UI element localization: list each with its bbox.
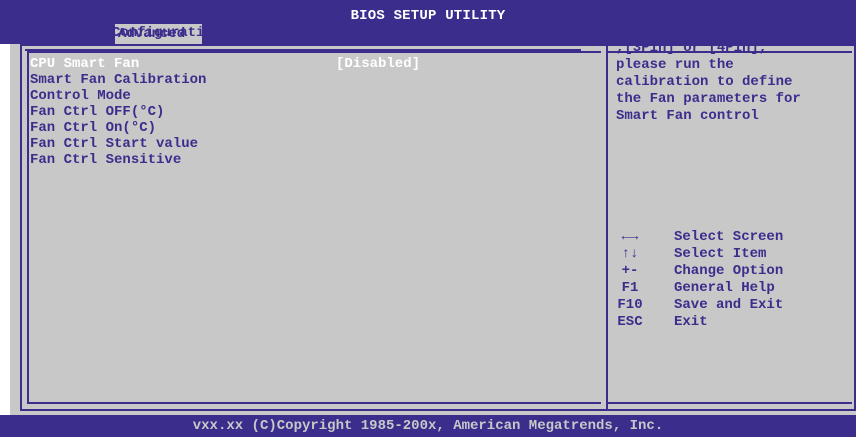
menu-item-label: Fan Ctrl Sensitive [30,152,182,168]
key-legend: ←→ Select Screen ↑↓ Select Item +- Chang… [612,229,842,331]
menu-item-label: Smart Fan Calibration [30,72,207,88]
key-description: Change Option [674,263,784,279]
key-legend-item: ↑↓ Select Item [612,246,842,263]
copyright-footer: vxx.xx (C)Copyright 1985-200x, American … [0,415,856,437]
menu-item-smart-fan-calibration[interactable]: Smart Fan Calibration [30,72,450,88]
section-title: Smart Fan Configuration [28,25,222,41]
menu-item-fan-ctrl-off[interactable]: Fan Ctrl OFF(°C) [30,104,450,120]
menu-item-control-mode[interactable]: Control Mode [30,88,450,104]
help-text: When you choice [Auto] ,[3Pin] or [4Pin]… [616,23,801,124]
key-description: Select Screen [674,229,784,245]
key-name: F1 [621,280,639,296]
left-right-arrows-icon: ←→ [621,229,639,245]
menu-item-fan-ctrl-start-value[interactable]: Fan Ctrl Start value [30,136,450,152]
menu-item-cpu-smart-fan[interactable]: CPU Smart Fan [Disabled] [30,56,450,72]
up-down-arrows-icon: ↑↓ [621,246,639,262]
menu-item-value: [Disabled] [336,56,421,72]
menu-item-label: Control Mode [30,88,131,104]
key-name: F10 [617,297,643,313]
menu-item-fan-ctrl-sensitive[interactable]: Fan Ctrl Sensitive [30,152,450,168]
menu-item-label: CPU Smart Fan [30,56,140,72]
settings-menu: CPU Smart Fan [Disabled] Smart Fan Calib… [30,56,450,168]
key-legend-item: ESC Exit [612,314,842,331]
key-description: Exit [674,314,708,330]
menu-item-label: Fan Ctrl OFF(°C) [30,104,165,120]
key-legend-item: +- Change Option [612,263,842,280]
key-name: +- [621,263,639,279]
menu-item-fan-ctrl-on[interactable]: Fan Ctrl On(°C) [30,120,450,136]
key-description: Select Item [674,246,767,262]
app-title: BIOS SETUP UTILITY [350,8,506,24]
key-description: Save and Exit [674,297,784,313]
section-divider [25,49,581,51]
menu-item-label: Fan Ctrl On(°C) [30,120,157,136]
key-legend-item: F1 General Help [612,280,842,297]
menu-item-label: Fan Ctrl Start value [30,136,199,152]
key-name: ESC [617,314,643,330]
key-legend-item: ←→ Select Screen [612,229,842,246]
key-description: General Help [674,280,775,296]
key-legend-item: F10 Save and Exit [612,297,842,314]
